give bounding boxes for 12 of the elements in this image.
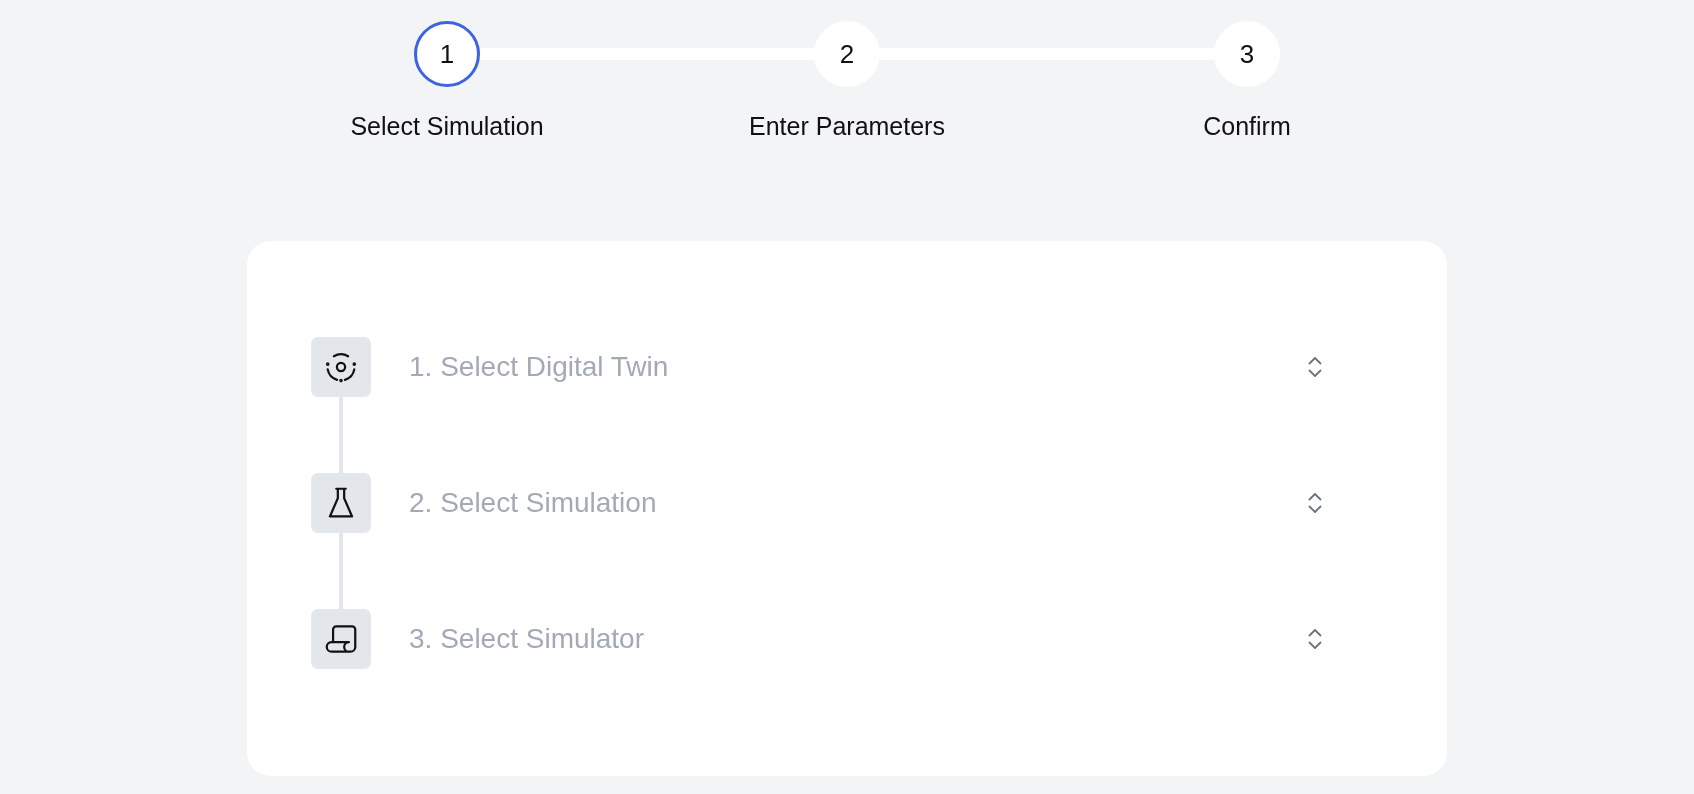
scroll-icon [311,609,371,669]
step-number[interactable]: 1 [414,21,480,87]
chevron-up-down-icon [1308,492,1322,514]
step-number[interactable]: 2 [814,21,880,87]
chevron-up-down-icon [1308,356,1322,378]
step-label: Enter Parameters [749,111,945,141]
step-label: Select Simulation [350,111,544,141]
chevron-up-down-icon [1308,628,1322,650]
step-number[interactable]: 3 [1214,21,1280,87]
orbit-icon [311,337,371,397]
flask-icon [311,473,371,533]
step-label: Confirm [1203,111,1291,141]
